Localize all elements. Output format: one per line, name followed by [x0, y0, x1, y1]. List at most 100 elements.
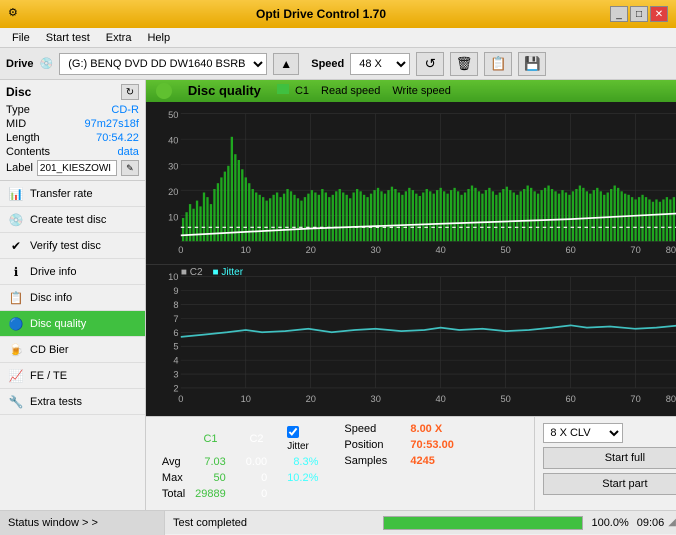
- sidebar-item-cd-bier[interactable]: 🍺 CD Bier: [0, 337, 145, 363]
- disc-mid-label: MID: [6, 118, 26, 130]
- avg-c2: 0.00: [242, 455, 271, 469]
- refresh-button[interactable]: ↺: [416, 52, 444, 76]
- cd-bier-icon: 🍺: [8, 342, 24, 358]
- svg-text:60: 60: [565, 394, 575, 404]
- svg-text:10: 10: [168, 272, 178, 282]
- legend-read: Read speed: [321, 85, 380, 97]
- content-area: Disc quality C1 Read speed Write speed: [146, 80, 676, 510]
- svg-text:60: 60: [565, 245, 575, 255]
- svg-text:10: 10: [168, 212, 178, 222]
- bottom-chart-area: ■ C2 ■ Jitter: [146, 264, 676, 416]
- drive-select[interactable]: (G:) BENQ DVD DD DW1640 BSRB: [59, 53, 267, 75]
- stats-data-table: C1 C2 Jitter Avg: [156, 423, 324, 503]
- c2-label: ■ C2: [181, 267, 203, 278]
- disc-label-input[interactable]: [37, 160, 117, 176]
- svg-text:40: 40: [435, 394, 445, 404]
- speed-control-area: 8 X CLV Start full Start part: [534, 417, 676, 510]
- status-percent: 100.0%: [591, 517, 628, 529]
- svg-text:20: 20: [306, 394, 316, 404]
- sidebar-label-disc-info: Disc info: [30, 292, 72, 304]
- app-icon: ⚙: [8, 6, 24, 22]
- menu-start-test[interactable]: Start test: [38, 30, 98, 46]
- start-full-button[interactable]: Start full: [543, 447, 676, 469]
- disc-header: Disc ↻: [6, 84, 139, 100]
- fe-te-icon: 📈: [8, 368, 24, 384]
- resize-handle: ◢: [668, 517, 676, 528]
- menu-extra[interactable]: Extra: [98, 30, 140, 46]
- c1-header: C1: [191, 425, 230, 453]
- status-bar: Status window > > Test completed 100.0% …: [0, 510, 676, 534]
- disc-mid-value: 97m27s18f: [84, 118, 138, 130]
- format-button[interactable]: 📋: [484, 52, 512, 76]
- close-button[interactable]: ✕: [650, 6, 668, 22]
- sidebar-item-create-test-disc[interactable]: 💿 Create test disc: [0, 207, 145, 233]
- speed-select[interactable]: 48 X: [350, 53, 410, 75]
- disc-label-row: Label ✎: [6, 160, 139, 176]
- start-part-button[interactable]: Start part: [543, 473, 676, 495]
- minimize-button[interactable]: _: [610, 6, 628, 22]
- total-label: Total: [158, 487, 189, 501]
- status-time: 09:06: [637, 517, 665, 529]
- stats-table-area: C1 C2 Jitter Avg: [146, 417, 334, 510]
- stats-speed-area: Speed 8.00 X Position 70:53.00 Samples 4…: [334, 417, 534, 510]
- disc-label-edit-button[interactable]: ✎: [121, 160, 139, 176]
- sidebar-label-fe-te: FE / TE: [30, 370, 67, 382]
- svg-text:50: 50: [168, 110, 178, 120]
- save-button[interactable]: 💾: [518, 52, 546, 76]
- svg-text:20: 20: [306, 245, 316, 255]
- avg-jitter: 8.3%: [283, 455, 322, 469]
- sidebar-item-drive-info[interactable]: ℹ Drive info: [0, 259, 145, 285]
- legend-c1: C1: [277, 84, 309, 97]
- progress-bar-container: [383, 516, 583, 530]
- avg-c1: 7.03: [191, 455, 230, 469]
- disc-length-label: Length: [6, 132, 40, 144]
- svg-text:0: 0: [178, 394, 183, 404]
- sidebar-item-verify-test-disc[interactable]: ✔ Verify test disc: [0, 233, 145, 259]
- svg-text:20: 20: [168, 187, 178, 197]
- maximize-button[interactable]: □: [630, 6, 648, 22]
- sidebar-item-extra-tests[interactable]: 🔧 Extra tests: [0, 389, 145, 415]
- svg-text:50: 50: [500, 394, 510, 404]
- erase-button[interactable]: 🗑: [450, 52, 478, 76]
- svg-text:40: 40: [168, 136, 178, 146]
- app-title: Opti Drive Control 1.70: [32, 7, 610, 21]
- position-stat-value: 70:53.00: [410, 439, 470, 451]
- speed-mode-row: 8 X CLV: [543, 423, 676, 443]
- jitter-check-label: Jitter: [287, 441, 309, 452]
- drive-label: Drive: [6, 58, 34, 70]
- menu-file[interactable]: File: [4, 30, 38, 46]
- svg-text:9: 9: [173, 286, 178, 296]
- title-bar: ⚙ Opti Drive Control 1.70 _ □ ✕: [0, 0, 676, 28]
- sidebar-item-disc-info[interactable]: 📋 Disc info: [0, 285, 145, 311]
- verify-test-disc-icon: ✔: [8, 238, 24, 254]
- top-chart-area: 50 40 30 20 10 56 X 48 X 40 X 32 X 24 X …: [146, 102, 676, 264]
- progress-bar-fill: [384, 517, 582, 529]
- sidebar-item-transfer-rate[interactable]: 📊 Transfer rate: [0, 181, 145, 207]
- sidebar-label-transfer-rate: Transfer rate: [30, 188, 93, 200]
- nav-items: 📊 Transfer rate 💿 Create test disc ✔ Ver…: [0, 181, 145, 510]
- svg-text:50: 50: [500, 245, 510, 255]
- disc-refresh-button[interactable]: ↻: [121, 84, 139, 100]
- menu-help[interactable]: Help: [139, 30, 178, 46]
- bottom-chart-legend: ■ C2 ■ Jitter: [181, 267, 243, 278]
- speed-row: Speed 8.00 X: [344, 423, 524, 435]
- status-text: Test completed: [165, 517, 383, 529]
- extra-tests-icon: 🔧: [8, 394, 24, 410]
- sidebar-item-disc-quality[interactable]: 🔵 Disc quality: [0, 311, 145, 337]
- chart-title: Disc quality: [188, 83, 261, 98]
- drive-eject-button[interactable]: ▲: [273, 53, 299, 75]
- jitter-checkbox[interactable]: [287, 426, 299, 438]
- avg-label: Avg: [158, 455, 189, 469]
- drive-icon: 💿: [40, 57, 54, 70]
- speed-label: Speed: [311, 58, 344, 70]
- sidebar-label-disc-quality: Disc quality: [30, 318, 86, 330]
- disc-mid-row: MID 97m27s18f: [6, 118, 139, 130]
- chart-header: Disc quality C1 Read speed Write speed: [146, 80, 676, 102]
- top-chart-svg: 50 40 30 20 10 56 X 48 X 40 X 32 X 24 X …: [146, 102, 676, 264]
- svg-text:30: 30: [168, 161, 178, 171]
- sidebar-item-fe-te[interactable]: 📈 FE / TE: [0, 363, 145, 389]
- stats-row-total: Total 29889 0: [158, 487, 322, 501]
- samples-stat-label: Samples: [344, 455, 404, 467]
- status-window-button[interactable]: Status window > >: [0, 511, 165, 535]
- speed-mode-select[interactable]: 8 X CLV: [543, 423, 623, 443]
